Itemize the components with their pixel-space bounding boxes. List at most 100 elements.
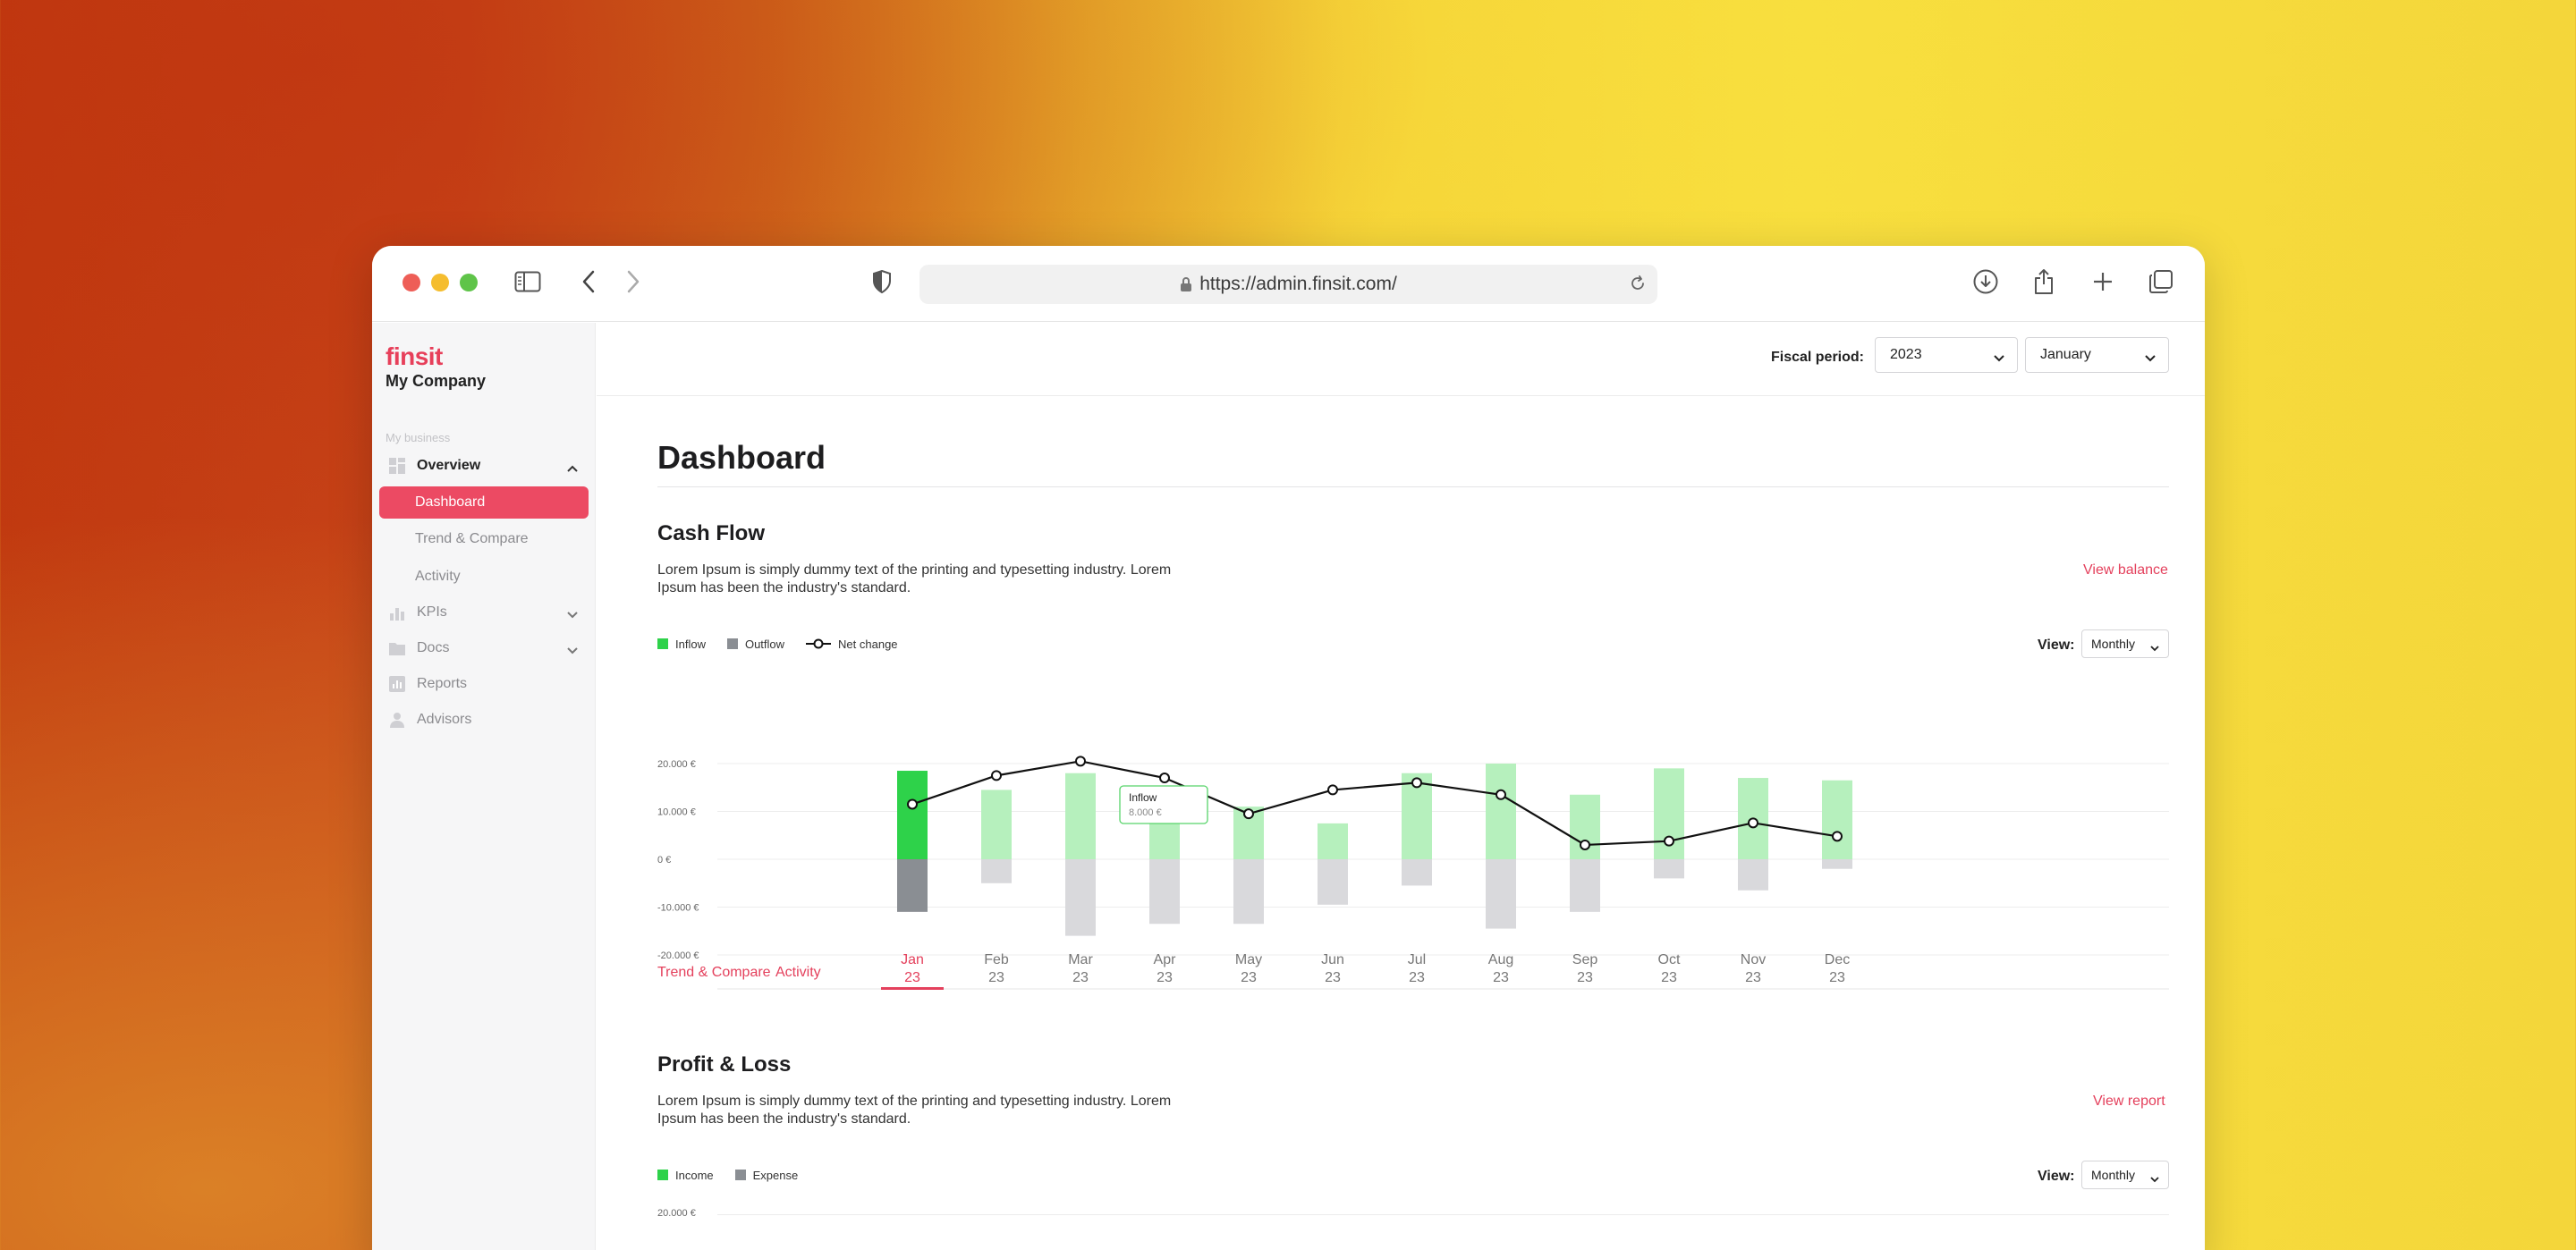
sidebar-item-advisors[interactable]: Advisors (379, 704, 589, 736)
x-tick-label: Oct (1658, 952, 1681, 967)
close-window-button[interactable] (402, 274, 420, 291)
inflow-bar (1149, 821, 1180, 859)
outflow-bar (981, 859, 1012, 883)
sidebar-item-label: Docs (417, 640, 450, 655)
x-tick-sublabel: 23 (1072, 970, 1089, 985)
activity-link[interactable]: Activity (775, 965, 821, 981)
trend-compare-link[interactable]: Trend & Compare (657, 965, 771, 981)
outflow-bar (1402, 859, 1432, 886)
sidebar-toggle-icon[interactable] (512, 266, 544, 298)
share-icon[interactable] (2028, 266, 2060, 298)
net-change-line (911, 760, 1838, 847)
inflow-bar (981, 790, 1012, 859)
url-text: https://admin.finsit.com/ (1199, 274, 1397, 294)
inflow-bar (1318, 823, 1348, 859)
net-change-point (1159, 773, 1170, 784)
sidebar-item-overview[interactable]: Overview (379, 450, 589, 482)
y-tick-label: 10.000 € (657, 807, 696, 818)
x-tick-sublabel: 23 (988, 970, 1004, 985)
tooltip-title: Inflow (1129, 791, 1157, 804)
y-tick-label: 20.000 € (657, 759, 696, 770)
sidebar-item-dashboard[interactable]: Dashboard (379, 486, 589, 519)
sidebar-item-label: Advisors (417, 712, 472, 727)
net-change-point (1664, 835, 1674, 847)
net-change-point (991, 770, 1002, 781)
chevron-down-icon (2150, 1171, 2159, 1186)
income-swatch (657, 1170, 668, 1180)
sidebar-item-activity[interactable]: Activity (379, 561, 589, 593)
sidebar-item-label: Reports (417, 676, 468, 691)
chevron-down-icon[interactable] (567, 607, 578, 623)
outflow-bar (1149, 859, 1180, 925)
sidebar-item-label: Overview (417, 458, 481, 473)
net-change-point (1327, 784, 1338, 796)
x-tick-sublabel: 23 (904, 970, 920, 985)
legend-label: Income (675, 1168, 714, 1182)
sidebar-item-docs[interactable]: Docs (379, 632, 589, 664)
outflow-bar (1570, 859, 1600, 912)
x-tick-label: Apr (1154, 952, 1177, 967)
zoom-window-button[interactable] (460, 274, 478, 291)
grid-icon (388, 457, 406, 475)
x-tick-sublabel: 23 (1157, 970, 1173, 985)
sidebar-item-reports[interactable]: Reports (379, 668, 589, 700)
x-tick-sublabel: 23 (1829, 970, 1845, 985)
forward-arrow-icon[interactable] (617, 266, 649, 298)
inflow-bar (897, 771, 928, 859)
legend-income[interactable]: Income (657, 1169, 714, 1182)
x-tick-label: Mar (1068, 952, 1093, 967)
reload-icon[interactable] (1629, 274, 1647, 298)
inflow-bar (1486, 764, 1516, 859)
lock-icon (1180, 276, 1192, 292)
privacy-shield-icon[interactable] (866, 266, 898, 298)
net-change-point (1411, 777, 1422, 789)
x-tick-sublabel: 23 (1493, 970, 1509, 985)
x-tick-label: May (1235, 952, 1262, 967)
chevron-up-icon[interactable] (567, 460, 578, 477)
x-tick-label: Aug (1488, 952, 1513, 967)
outflow-bar (1065, 859, 1096, 936)
y-tick-label: -20.000 € (657, 950, 699, 961)
net-change-point (907, 798, 918, 810)
inflow-bar (1065, 773, 1096, 859)
outflow-bar (897, 859, 928, 912)
profit-loss-view-select[interactable]: Monthly (2081, 1161, 2169, 1189)
view-report-link[interactable]: View report (2093, 1094, 2165, 1110)
inflow-bar (1822, 780, 1852, 859)
profit-loss-view-label: View: (2038, 1169, 2075, 1184)
back-arrow-icon[interactable] (572, 266, 605, 298)
net-change-point (1496, 789, 1506, 800)
address-bar[interactable]: https://admin.finsit.com/ (919, 265, 1657, 304)
browser-toolbar: https://admin.finsit.com/ (372, 246, 2205, 322)
view-select-value: Monthly (2091, 1168, 2136, 1182)
x-tick-sublabel: 23 (1745, 970, 1761, 985)
x-tick-label: Jun (1321, 952, 1344, 967)
tab-overview-icon[interactable] (2145, 266, 2177, 298)
sidebar-item-label: Activity (415, 569, 461, 584)
sidebar-item-kpis[interactable]: KPIs (379, 596, 589, 629)
minimize-window-button[interactable] (431, 274, 449, 291)
folder-icon (388, 639, 406, 657)
x-tick-sublabel: 23 (1661, 970, 1677, 985)
outflow-bar (1486, 859, 1516, 929)
x-tick-label: Dec (1825, 952, 1850, 967)
download-icon[interactable] (1970, 266, 2002, 298)
sidebar-item-label: Trend & Compare (415, 531, 529, 546)
outflow-bar (1822, 859, 1852, 869)
net-change-point (1832, 831, 1843, 842)
chevron-down-icon[interactable] (567, 643, 578, 659)
profit-loss-legend: Income Expense (657, 1166, 819, 1184)
bar-chart-icon (388, 604, 406, 621)
profit-loss-title: Profit & Loss (657, 1052, 792, 1077)
new-tab-icon[interactable] (2087, 266, 2119, 298)
x-tick-sublabel: 23 (1577, 970, 1593, 985)
selected-month-underline (881, 987, 944, 990)
tooltip-value: 8.000 € (1129, 807, 1162, 818)
main-content: Fiscal period: 2023 January Dashboard Ca… (597, 323, 2205, 1250)
outflow-bar (1654, 859, 1684, 879)
x-tick-label: Sep (1572, 952, 1598, 967)
sidebar-item-trend-compare[interactable]: Trend & Compare (379, 523, 589, 555)
finsit-logo[interactable]: finsit (386, 342, 443, 371)
legend-expense[interactable]: Expense (734, 1169, 798, 1182)
expense-swatch (734, 1170, 746, 1180)
